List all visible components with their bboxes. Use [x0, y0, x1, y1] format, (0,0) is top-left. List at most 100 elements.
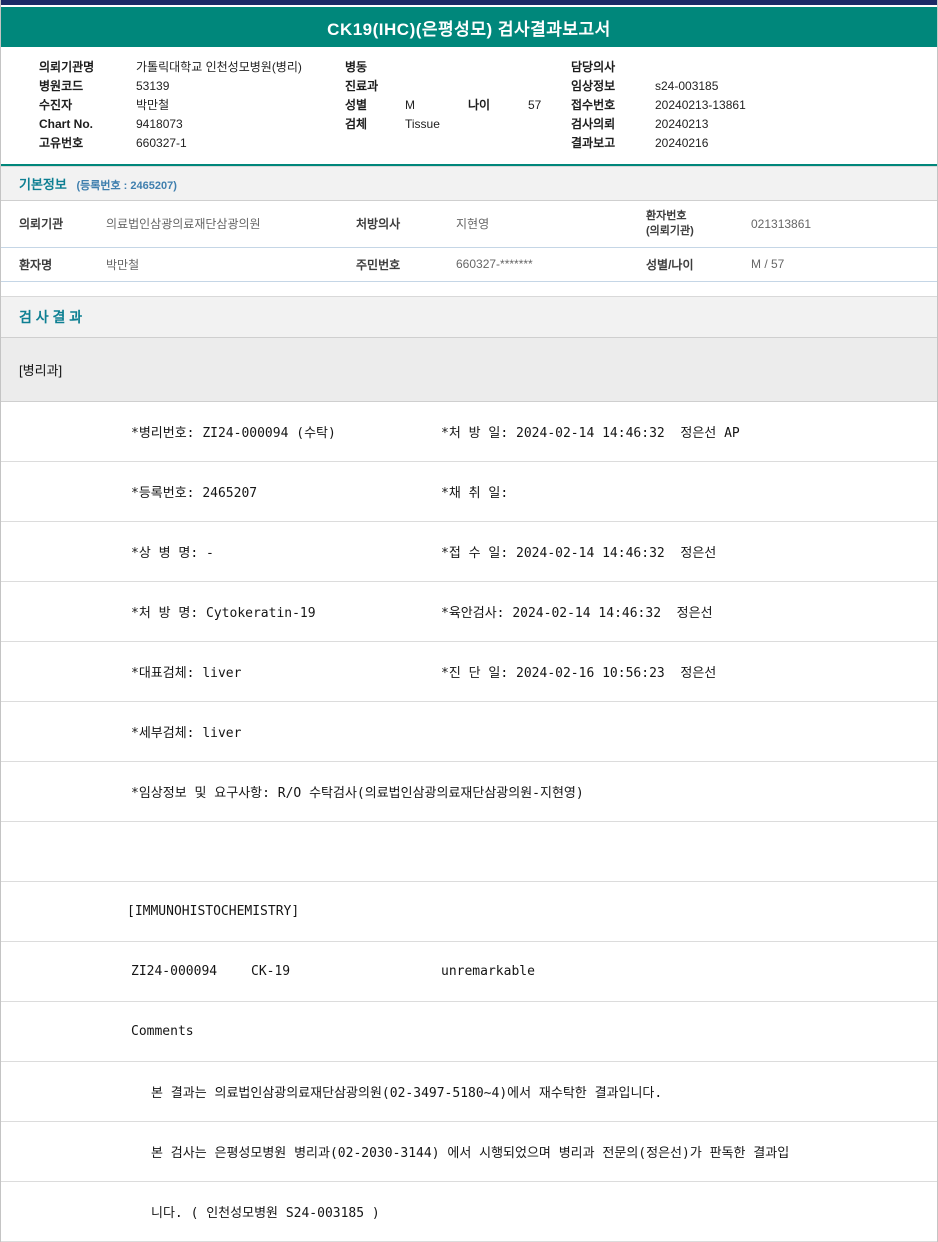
- ihc-test-name: CK-19: [251, 964, 441, 979]
- receipt-no-value: 20240213-13861: [655, 98, 746, 112]
- diagnosis-date-text: *진 단 일: 2024-02-16 10:56:23 정은선: [441, 662, 937, 681]
- doctor-label: 담당의사: [571, 58, 655, 75]
- collection-date-text: *채 취 일:: [441, 482, 937, 501]
- clinical-info-label: 임상정보: [571, 77, 655, 94]
- clinical-info-text: *임상정보 및 요구사항: R/O 수탁검사(의료법인삼광의료재단삼광의원-지현…: [131, 782, 584, 801]
- unique-no-value: 660327-1: [136, 136, 187, 150]
- patient-value: 박만철: [136, 96, 169, 113]
- receipt-no-field: 접수번호 20240213-13861: [571, 95, 925, 114]
- report-page: CK19(IHC)(은평성모) 검사결과보고서 의뢰기관명 가톨릭대학교 인천성…: [0, 0, 938, 1242]
- age-value: 57: [528, 98, 541, 112]
- row-sub-specimen: *세부검체: liver: [1, 702, 937, 762]
- results-title: 검 사 결 과: [19, 309, 82, 325]
- order-date-text: *처 방 일: 2024-02-14 14:46:32 정은선 AP: [441, 422, 937, 441]
- basic-info-row-1: 의뢰기관 의료법인삼광의료재단삼광의원 처방의사 지현영 환자번호 (의뢰기관)…: [1, 201, 937, 247]
- order-name-text: *처 방 명: Cytokeratin-19: [131, 602, 441, 621]
- top-window-bar: [1, 0, 937, 5]
- row-main-specimen: *대표검체: liver *진 단 일: 2024-02-16 10:56:23…: [1, 642, 937, 702]
- specimen-value: Tissue: [405, 117, 440, 131]
- row-empty: [1, 822, 937, 882]
- comment-text-1: 본 결과는 의료법인삼광의료재단삼광의원(02-3497-5180~4)에서 재…: [151, 1082, 662, 1101]
- pathology-department-label: [병리과]: [19, 360, 62, 379]
- receipt-date-text: *접 수 일: 2024-02-14 14:46:32 정은선: [441, 542, 937, 561]
- sex-label: 성별: [345, 96, 405, 113]
- department-field: 진료과: [345, 76, 571, 95]
- sex-value: M: [405, 98, 468, 112]
- report-date-value: 20240216: [655, 136, 708, 150]
- basic-info-section-header: 기본정보 (등록번호 : 2465207): [1, 166, 937, 201]
- resident-id-label: 주민번호: [346, 247, 446, 281]
- comments-label: Comments: [131, 1024, 194, 1039]
- row-order-name: *처 방 명: Cytokeratin-19 *육안검사: 2024-02-14…: [1, 582, 937, 642]
- unique-no-label: 고유번호: [39, 134, 136, 151]
- header-middle-column: 병동 진료과 성별 M 나이 57 검체 Tissue: [345, 57, 571, 152]
- basic-info-table: 의뢰기관 의료법인삼광의료재단삼광의원 처방의사 지현영 환자번호 (의뢰기관)…: [1, 201, 937, 282]
- report-date-field: 결과보고 20240216: [571, 133, 925, 152]
- ward-field: 병동: [345, 57, 571, 76]
- clinical-info-field: 임상정보 s24-003185: [571, 76, 925, 95]
- patient-name-label: 환자명: [1, 247, 96, 281]
- patient-label: 수진자: [39, 96, 136, 113]
- hospital-code-field: 병원코드 53139: [39, 76, 345, 95]
- ihc-result-value: unremarkable: [441, 964, 535, 979]
- sub-specimen-text: *세부검체: liver: [131, 722, 441, 741]
- row-comment-1: 본 결과는 의료법인삼광의료재단삼광의원(02-3497-5180~4)에서 재…: [1, 1062, 937, 1122]
- request-date-value: 20240213: [655, 117, 708, 131]
- department-row: [병리과]: [1, 338, 937, 402]
- report-title: CK19(IHC)(은평성모) 검사결과보고서: [327, 15, 611, 40]
- header-right-column: 담당의사 임상정보 s24-003185 접수번호 20240213-13861…: [571, 57, 925, 152]
- chart-no-value: 9418073: [136, 117, 183, 131]
- clinical-info-value: s24-003185: [655, 79, 718, 93]
- results-section-header: 검 사 결 과: [1, 296, 937, 338]
- report-date-label: 결과보고: [571, 134, 655, 151]
- sex-age-field: 성별 M 나이 57: [345, 95, 571, 114]
- specimen-field: 검체 Tissue: [345, 114, 571, 133]
- comment-text-3: 니다. ( 인천성모병원 S24-003185 ): [151, 1202, 380, 1221]
- ward-label: 병동: [345, 58, 405, 75]
- receipt-no-label: 접수번호: [571, 96, 655, 113]
- org-name-value: 가톨릭대학교 인천성모병원(병리): [136, 58, 302, 75]
- row-comments-label: Comments: [1, 1002, 937, 1062]
- org-name-field: 의뢰기관명 가톨릭대학교 인천성모병원(병리): [39, 57, 345, 76]
- row-ihc-header: [IMMUNOHISTOCHEMISTRY]: [1, 882, 937, 942]
- department-label: 진료과: [345, 77, 405, 94]
- row-registration-no: *등록번호: 2465207 *채 취 일:: [1, 462, 937, 522]
- prescriber-value: 지현영: [446, 201, 636, 247]
- org-name-label: 의뢰기관명: [39, 58, 136, 75]
- chart-no-field: Chart No. 9418073: [39, 114, 345, 133]
- disease-name-text: *상 병 명: -: [131, 542, 441, 561]
- comment-text-2: 본 검사는 은평성모병원 병리과(02-2030-3144) 에서 시행되었으며…: [151, 1142, 789, 1161]
- patient-id-value: 021313861: [741, 201, 937, 247]
- specimen-label: 검체: [345, 115, 405, 132]
- header-left-column: 의뢰기관명 가톨릭대학교 인천성모병원(병리) 병원코드 53139 수진자 박…: [39, 57, 345, 152]
- row-ihc-result: ZI24-000094 CK-19 unremarkable: [1, 942, 937, 1002]
- basic-info-row-2: 환자명 박만철 주민번호 660327-******* 성별/나이 M / 57: [1, 247, 937, 281]
- hospital-code-label: 병원코드: [39, 77, 136, 94]
- row-pathology-no: *병리번호: ZI24-000094 (수탁) *처 방 일: 2024-02-…: [1, 402, 937, 462]
- report-title-bar: CK19(IHC)(은평성모) 검사결과보고서: [1, 7, 937, 47]
- chart-no-label: Chart No.: [39, 117, 136, 131]
- referring-org-label: 의뢰기관: [1, 201, 96, 247]
- sex-age-row-value: M / 57: [741, 247, 937, 281]
- row-comment-3: 니다. ( 인천성모병원 S24-003185 ): [1, 1182, 937, 1242]
- pathology-no-text: *병리번호: ZI24-000094 (수탁): [131, 422, 441, 441]
- ihc-code: ZI24-000094: [131, 964, 251, 979]
- patient-name-value: 박만철: [96, 247, 346, 281]
- request-date-field: 검사의뢰 20240213: [571, 114, 925, 133]
- main-specimen-text: *대표검체: liver: [131, 662, 441, 681]
- patient-id-label: 환자번호 (의뢰기관): [636, 201, 741, 247]
- gross-exam-text: *육안검사: 2024-02-14 14:46:32 정은선: [441, 602, 937, 621]
- hospital-code-value: 53139: [136, 79, 169, 93]
- row-clinical-info: *임상정보 및 요구사항: R/O 수탁검사(의료법인삼광의료재단삼광의원-지현…: [1, 762, 937, 822]
- unique-no-field: 고유번호 660327-1: [39, 133, 345, 152]
- request-date-label: 검사의뢰: [571, 115, 655, 132]
- patient-header: 의뢰기관명 가톨릭대학교 인천성모병원(병리) 병원코드 53139 수진자 박…: [1, 47, 937, 164]
- ihc-header-text: [IMMUNOHISTOCHEMISTRY]: [127, 904, 299, 919]
- registration-number: (등록번호 : 2465207): [76, 180, 176, 192]
- basic-info-title: 기본정보: [19, 177, 67, 192]
- patient-field: 수진자 박만철: [39, 95, 345, 114]
- registration-no-text: *등록번호: 2465207: [131, 482, 441, 501]
- prescriber-label: 처방의사: [346, 201, 446, 247]
- doctor-field: 담당의사: [571, 57, 925, 76]
- resident-id-value: 660327-*******: [446, 247, 636, 281]
